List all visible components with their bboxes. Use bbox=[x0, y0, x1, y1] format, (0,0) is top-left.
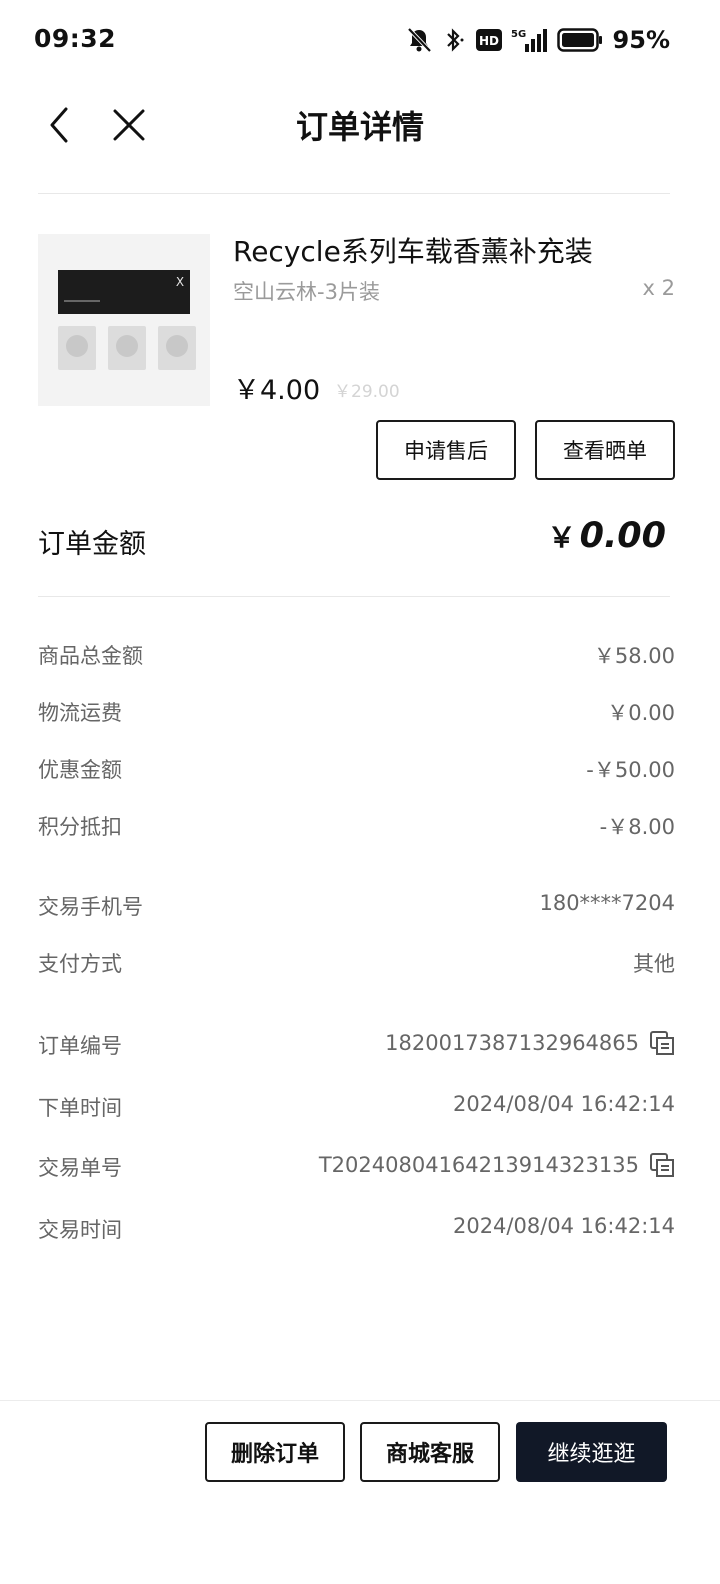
bell-muted-icon bbox=[405, 26, 433, 54]
signal-5g-icon: 5G bbox=[511, 26, 549, 54]
page-title: 订单详情 bbox=[295, 108, 424, 146]
order-total-amount: ￥ 0.00 bbox=[548, 516, 666, 556]
order-total-value: 0.00 bbox=[579, 516, 666, 556]
status-bar: 09:32 HD 5G 95% bbox=[0, 0, 720, 80]
transaction-number-label: 交易单号 bbox=[38, 1156, 122, 1180]
transaction-time-value: 2024/08/04 16:42:14 bbox=[452, 1214, 675, 1238]
continue-shopping-button[interactable]: 继续逛逛 bbox=[516, 1422, 667, 1482]
customer-service-button[interactable]: 商城客服 bbox=[360, 1422, 500, 1482]
discount-value: -￥50.00 bbox=[586, 758, 675, 782]
copy-icon[interactable] bbox=[649, 1152, 675, 1178]
shipping-fee-value: ￥0.00 bbox=[607, 701, 675, 725]
discount-row: 优惠金额 -￥50.00 bbox=[38, 754, 675, 788]
svg-text:X: X bbox=[176, 275, 184, 289]
view-review-button[interactable]: 查看晒单 bbox=[535, 420, 675, 480]
navigation-bar: 订单详情 bbox=[0, 80, 720, 170]
transaction-number-value: T202408041642139143231​35 bbox=[319, 1152, 675, 1178]
goods-total-label: 商品总金额 bbox=[38, 644, 143, 668]
order-time-value: 2024/08/04 16:42:14 bbox=[452, 1092, 675, 1116]
order-total-row: 订单金额 ￥ 0.00 bbox=[38, 516, 670, 566]
product-image[interactable]: X bbox=[38, 234, 210, 406]
order-number-value: 1820017387132964865 bbox=[385, 1030, 675, 1056]
network-label: 5G bbox=[511, 29, 526, 40]
goods-total-row: 商品总金额 ￥58.00 bbox=[38, 640, 675, 674]
order-total-label: 订单金额 bbox=[38, 529, 146, 560]
divider bbox=[38, 596, 670, 597]
battery-percent: 95% bbox=[612, 26, 670, 54]
shipping-fee-row: 物流运费 ￥0.00 bbox=[38, 697, 675, 731]
payment-method-value: 其他 bbox=[633, 952, 675, 976]
discount-label: 优惠金额 bbox=[38, 758, 122, 782]
after-sale-button[interactable]: 申请售后 bbox=[376, 420, 516, 480]
goods-total-value: ￥58.00 bbox=[593, 644, 675, 668]
battery-icon bbox=[556, 27, 603, 53]
hd-icon: HD bbox=[475, 28, 503, 52]
order-number-row: 订单编号 1820017387132964865 bbox=[38, 1030, 675, 1064]
status-icons: HD 5G 95% bbox=[405, 22, 670, 58]
shipping-fee-label: 物流运费 bbox=[38, 701, 122, 725]
transaction-time-row: 交易时间 2024/08/04 16:42:14 bbox=[38, 1214, 675, 1248]
product-original-price: ￥29.00 bbox=[334, 382, 400, 402]
hd-label: HD bbox=[479, 34, 499, 48]
order-time-row: 下单时间 2024/08/04 16:42:14 bbox=[38, 1092, 675, 1126]
points-deduction-label: 积分抵扣 bbox=[38, 815, 122, 839]
bottom-action-bar: 删除订单 商城客服 继续逛逛 bbox=[0, 1400, 720, 1584]
transaction-number-row: 交易单号 T202408041642139143231​35 bbox=[38, 1152, 675, 1186]
product-quantity: x 2 bbox=[642, 276, 675, 300]
points-deduction-row: 积分抵扣 -￥8.00 bbox=[38, 811, 675, 845]
copy-icon[interactable] bbox=[649, 1030, 675, 1056]
points-deduction-value: -￥8.00 bbox=[599, 815, 675, 839]
order-total-currency: ￥ bbox=[547, 521, 576, 554]
phone-value: 180****7204 bbox=[539, 891, 675, 915]
bluetooth-icon bbox=[441, 26, 467, 54]
transaction-time-label: 交易时间 bbox=[38, 1218, 122, 1242]
phone-row: 交易手机号 180****7204 bbox=[38, 891, 675, 925]
phone-label: 交易手机号 bbox=[38, 895, 143, 919]
product-name[interactable]: Recycle系列车载香薰补充装 bbox=[233, 230, 593, 270]
product-variant: 空山云林-3片装 bbox=[233, 280, 380, 304]
status-time: 09:32 bbox=[34, 24, 117, 53]
product-card[interactable]: X Recycle系列车载香薰补充装 空山云林-3片装 x 2 ￥4.00 ￥2… bbox=[38, 234, 675, 406]
order-number-label: 订单编号 bbox=[38, 1034, 122, 1058]
payment-method-label: 支付方式 bbox=[38, 952, 122, 976]
product-price: ￥4.00 bbox=[233, 375, 321, 406]
order-time-label: 下单时间 bbox=[38, 1096, 122, 1120]
delete-order-button[interactable]: 删除订单 bbox=[205, 1422, 345, 1482]
divider bbox=[38, 193, 670, 194]
payment-method-row: 支付方式 其他 bbox=[38, 948, 675, 982]
